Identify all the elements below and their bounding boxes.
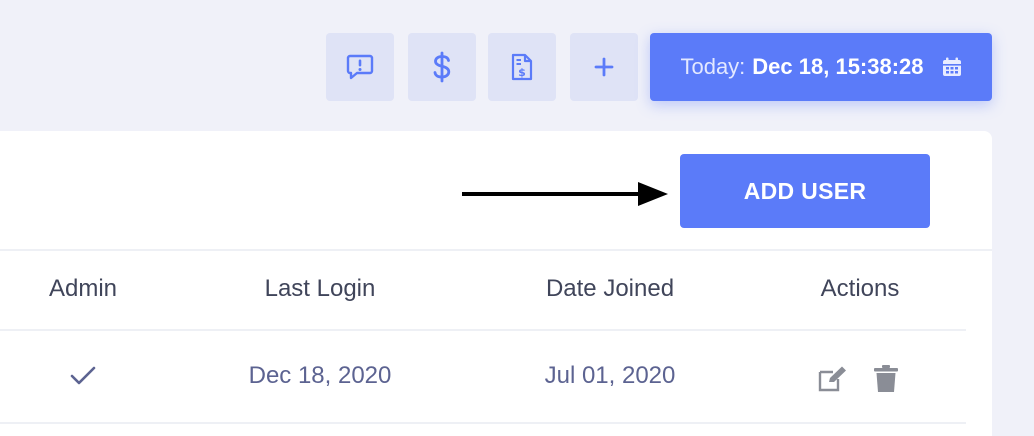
- check-icon: [70, 366, 96, 385]
- column-header-last-login: Last Login: [264, 275, 376, 302]
- column-header-admin: Admin: [48, 275, 118, 302]
- add-user-button[interactable]: ADD USER: [680, 154, 930, 228]
- table-header-divider: [0, 329, 966, 331]
- users-card: ADD USER Admin Last Login Date Joined Ac…: [0, 131, 992, 436]
- today-date-button[interactable]: Today: Dec 18, 15:38:28: [650, 33, 992, 101]
- page: $ Today: Dec 18, 15:38:28 ADD USER Admin…: [0, 0, 1034, 436]
- calendar-icon: [942, 57, 962, 77]
- today-label: Today:: [680, 54, 746, 79]
- table-row-divider: [0, 422, 966, 424]
- invoice-button[interactable]: $: [488, 33, 556, 101]
- billing-button[interactable]: [408, 33, 476, 101]
- invoice-icon: $: [511, 53, 533, 81]
- svg-text:$: $: [518, 66, 526, 79]
- feedback-icon: [346, 54, 374, 80]
- cell-last-login: Dec 18, 2020: [248, 362, 392, 389]
- column-header-actions: Actions: [820, 275, 900, 302]
- header-divider: [0, 249, 992, 251]
- column-header-date-joined: Date Joined: [545, 275, 675, 302]
- plus-icon: [594, 57, 614, 77]
- trash-icon[interactable]: [873, 365, 899, 393]
- today-datetime: Dec 18, 15:38:28: [752, 54, 924, 79]
- dollar-icon: [433, 51, 451, 83]
- feedback-button[interactable]: [326, 33, 394, 101]
- cell-date-joined: Jul 01, 2020: [544, 362, 676, 389]
- edit-icon[interactable]: [818, 366, 848, 392]
- arrow-pointer-icon: [462, 182, 668, 206]
- add-button[interactable]: [570, 33, 638, 101]
